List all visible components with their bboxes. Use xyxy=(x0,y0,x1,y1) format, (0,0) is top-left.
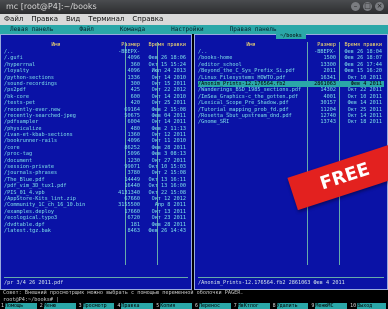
fkey-label: Удалить xyxy=(276,303,309,309)
fkey-number: 10 xyxy=(350,303,357,309)
column-size[interactable]: Размер xyxy=(304,42,336,48)
file-name: /latest.tgz.bak xyxy=(4,227,51,234)
fkey-label: Копия xyxy=(160,303,192,309)
window-title: mc [root@P4]:~/books xyxy=(6,2,97,11)
column-size[interactable]: Размер xyxy=(108,42,140,48)
fkey-9[interactable]: 9 МенюМС xyxy=(310,303,349,309)
column-time[interactable]: Время правки xyxy=(140,42,188,48)
window-titlebar: mc [root@P4]:~/books – □ × xyxy=(0,0,388,14)
fkey-label: Меню xyxy=(43,303,76,309)
mc-menu-left[interactable]: Левая панель xyxy=(10,25,53,34)
hint-line: Совет: Внешний просмотрщик можно выбрать… xyxy=(0,290,388,297)
fkey-1[interactable]: 1 Помощь xyxy=(0,303,39,309)
fkey-3[interactable]: 3 Просмотр xyxy=(78,303,117,309)
fkey-2[interactable]: 2 Меню xyxy=(39,303,78,309)
fkey-5[interactable]: 5 Копия xyxy=(155,303,194,309)
right-file-list: /.. -ВВЕРХ- Фев 26 18:04/books-home 1500 Фев… xyxy=(198,49,384,126)
fkey-7[interactable]: 7 НвКтлог xyxy=(233,303,272,309)
fkey-label: Выход xyxy=(357,303,386,309)
menu-edit[interactable]: Правка xyxy=(31,14,58,25)
left-file-list: /.. -ВВЕРХ-/.gufi 4096 Фев 26 18:06/hyperrn… xyxy=(4,49,188,234)
menu-view[interactable]: Вид xyxy=(66,14,80,25)
column-name[interactable]: Имя xyxy=(198,42,304,48)
fkey-6[interactable]: 6 Перенос xyxy=(194,303,233,309)
left-mini-status: /pr 3/4 26 2011.pdf xyxy=(4,277,188,286)
column-name[interactable]: Имя xyxy=(4,42,108,48)
window-controls: – □ × xyxy=(351,2,384,11)
fkey-label: Перенос xyxy=(199,303,231,309)
fkey-label: Просмотр xyxy=(82,303,115,309)
fkey-label: Правка xyxy=(121,303,154,309)
file-time: Окт 18 2011 xyxy=(347,119,382,126)
fkey-4[interactable]: 4 Правка xyxy=(116,303,155,309)
file-row[interactable]: /latest.tgz.bak 8463 Фев 26 14:43 xyxy=(4,228,188,234)
file-time: Фев 26 14:43 xyxy=(148,227,186,234)
menu-file[interactable]: Файл xyxy=(4,14,23,25)
close-icon[interactable]: × xyxy=(375,2,384,11)
maximize-icon[interactable]: □ xyxy=(363,2,372,11)
menu-terminal[interactable]: Терминал xyxy=(88,14,124,25)
function-key-bar: 1 Помощь 2 Меню 3 Просмотр 4 Правка 5 Копия 6 Перен… xyxy=(0,303,388,309)
left-panel-header: Имя Размер Время правки xyxy=(4,42,188,48)
file-row[interactable]: /Gnome_SRI 13743 Окт 18 2011 xyxy=(198,119,384,125)
right-mini-status: /Anonim_Prints-12.176564.fb2 2861063 Фев… xyxy=(198,277,384,286)
file-name: /Gnome_SRI xyxy=(198,119,230,126)
right-panel-header: Имя Размер Время правки xyxy=(198,42,384,48)
minimize-icon[interactable]: – xyxy=(351,2,360,11)
fkey-10[interactable]: 10 Выход xyxy=(349,303,388,309)
left-file-panel[interactable]: Имя Размер Время правки /.. -ВВЕРХ-/.gufi… xyxy=(0,34,192,290)
file-size: 8463 xyxy=(127,227,141,234)
terminal-window: mc [root@P4]:~/books – □ × Файл Правка В… xyxy=(0,0,388,309)
column-time[interactable]: Время правки xyxy=(336,42,384,48)
fkey-label: НвКтлог xyxy=(237,303,270,309)
fkey-label: МенюМС xyxy=(315,303,348,309)
fkey-label: Помощь xyxy=(5,303,37,309)
terminal-menubar: Файл Правка Вид Терминал Справка xyxy=(0,14,388,25)
fkey-8[interactable]: 8 Удалить xyxy=(272,303,311,309)
file-size: 13743 xyxy=(320,119,336,126)
mc-menu-file[interactable]: Файл xyxy=(79,25,93,34)
mc-menu-command[interactable]: Команда xyxy=(120,25,145,34)
right-panel-path: ~/books xyxy=(195,33,387,39)
menu-help[interactable]: Справка xyxy=(132,14,163,25)
